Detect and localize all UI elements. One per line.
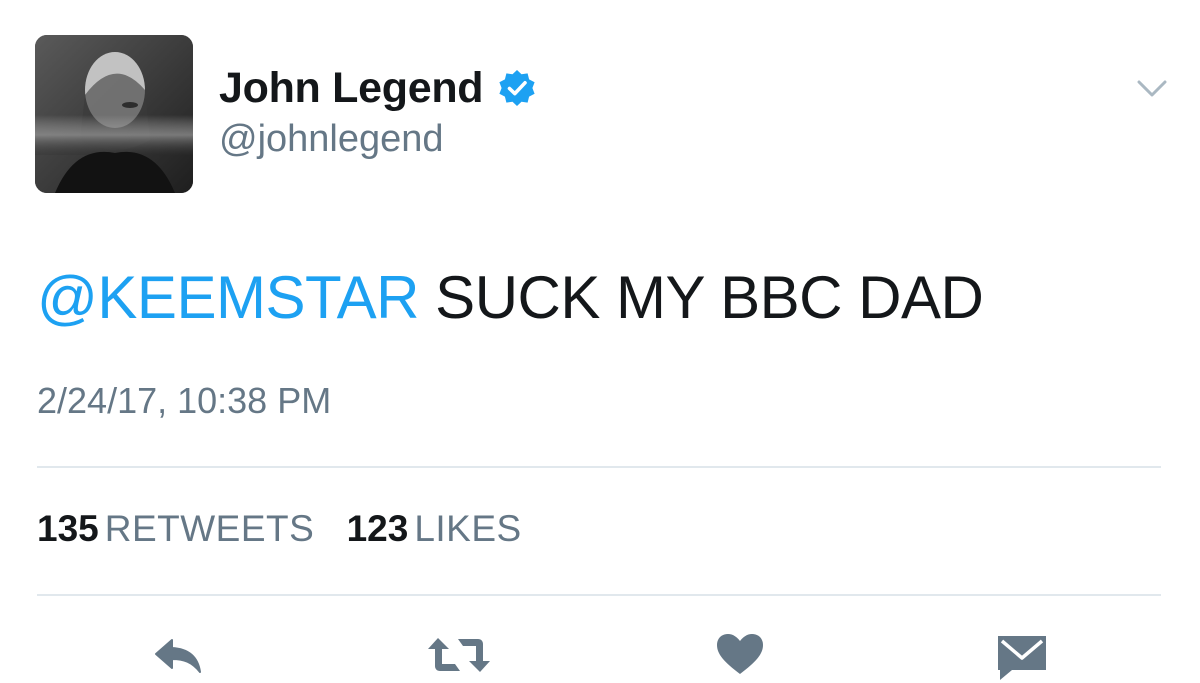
like-icon xyxy=(717,634,763,674)
tweet-stats: 135 RETWEETS 123 LIKES xyxy=(37,508,544,550)
retweets-count: 135 xyxy=(37,508,99,549)
like-button[interactable] xyxy=(714,632,766,678)
retweets-stat[interactable]: 135 RETWEETS xyxy=(37,508,314,550)
chevron-down-icon[interactable] xyxy=(1136,78,1168,100)
verified-badge-icon xyxy=(499,70,535,106)
tweet-text: @KEEMSTAR SUCK MY BBC DAD xyxy=(37,262,984,334)
divider xyxy=(37,594,1161,596)
direct-message-icon xyxy=(998,636,1046,680)
mention-link[interactable]: @KEEMSTAR xyxy=(37,264,420,331)
retweet-button[interactable] xyxy=(424,632,494,678)
user-name-row[interactable]: John Legend xyxy=(219,62,537,114)
divider xyxy=(37,466,1161,468)
direct-message-button[interactable] xyxy=(994,632,1050,680)
retweet-icon xyxy=(428,638,490,672)
likes-label: LIKES xyxy=(414,508,522,549)
reply-button[interactable] xyxy=(150,632,206,678)
reply-icon xyxy=(155,639,201,673)
user-handle[interactable]: @johnlegend xyxy=(219,118,444,161)
display-name[interactable]: John Legend xyxy=(219,64,484,113)
likes-stat[interactable]: 123 LIKES xyxy=(347,508,522,550)
tweet-timestamp[interactable]: 2/24/17, 10:38 PM xyxy=(37,380,331,422)
likes-count: 123 xyxy=(346,508,409,549)
avatar-image xyxy=(35,35,193,193)
retweets-label: RETWEETS xyxy=(104,508,315,549)
tweet-body: SUCK MY BBC DAD xyxy=(419,264,984,331)
avatar[interactable] xyxy=(35,35,193,193)
